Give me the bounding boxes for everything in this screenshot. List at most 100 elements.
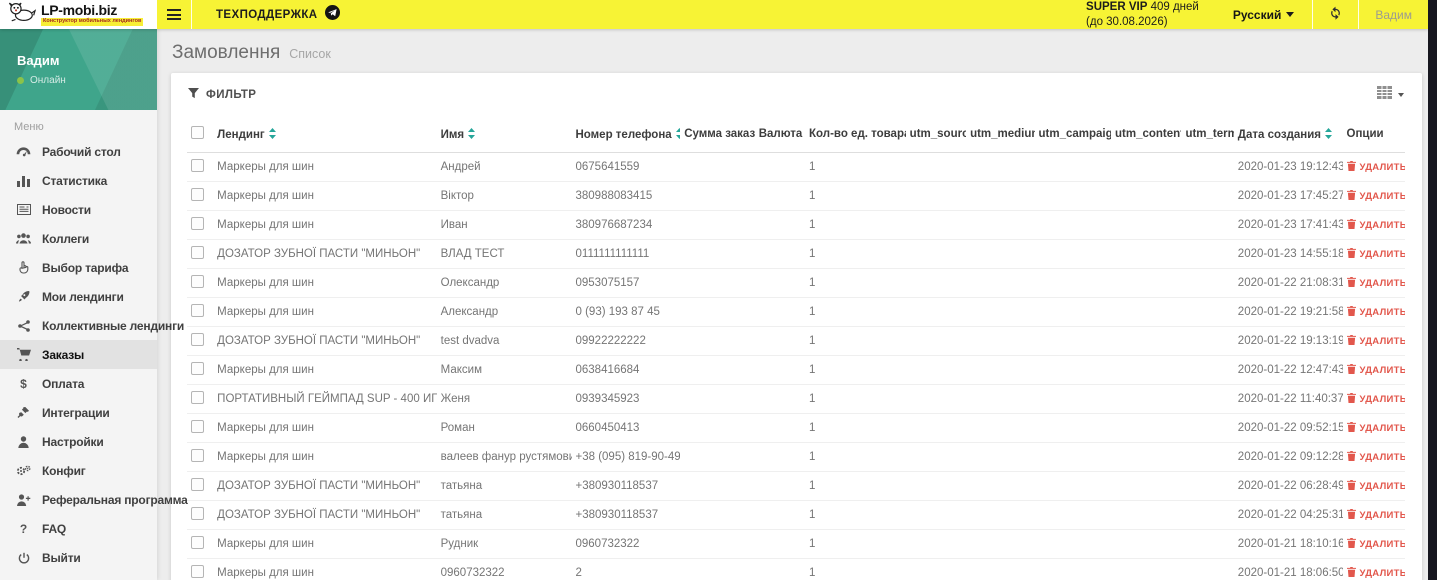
- delete-button[interactable]: УДАЛИТЬ: [1346, 363, 1405, 377]
- row-checkbox[interactable]: [191, 275, 204, 288]
- delete-button[interactable]: УДАЛИТЬ: [1346, 421, 1406, 435]
- cell-qty: 1: [805, 529, 906, 559]
- sidebar-item-colleagues[interactable]: Коллеги: [0, 224, 157, 253]
- cell-utm_term: [1181, 355, 1234, 385]
- row-checkbox[interactable]: [191, 217, 204, 230]
- delete-button[interactable]: УДАЛИТЬ: [1346, 450, 1405, 464]
- row-checkbox[interactable]: [191, 536, 204, 549]
- cell-name: татьяна: [436, 471, 572, 501]
- cell-utm_content: [1111, 442, 1182, 472]
- cell-utm_campaign: [1034, 268, 1111, 298]
- table-row: ДОЗАТОР ЗУБНОЇ ПАСТИ "МИНЬОН" ВЛАД ТЕСТ 01…: [187, 239, 1405, 269]
- sidebar-item-dashboard[interactable]: Рабочий стол: [0, 137, 157, 166]
- cell-order_sum: [680, 268, 755, 298]
- row-checkbox[interactable]: [191, 478, 204, 491]
- cell-landing: Маркеры для шин: [213, 558, 437, 580]
- cell-currency: [754, 239, 806, 269]
- sidebar-item-tariff[interactable]: Выбор тарифа: [0, 253, 157, 282]
- column-header-qty: Кол-во ед. товара: [805, 117, 906, 153]
- column-header-landing[interactable]: Лендинг: [213, 117, 437, 153]
- row-checkbox[interactable]: [191, 565, 204, 578]
- cell-utm_medium: [966, 152, 1035, 182]
- sidebar-item-integrations[interactable]: Интеграции: [0, 398, 157, 427]
- delete-button[interactable]: УДАЛИТЬ: [1346, 566, 1405, 580]
- sidebar-item-my-landings[interactable]: Мои лендинги: [0, 282, 157, 311]
- cell-name: Андрей: [436, 152, 572, 182]
- support-button[interactable]: ТЕХПОДДЕРЖКА: [192, 0, 358, 29]
- delete-button[interactable]: УДАЛИТЬ: [1346, 508, 1405, 522]
- logo[interactable]: LP-mobi.biz Конструктор мобильных лендин…: [0, 0, 157, 29]
- delete-button[interactable]: УДАЛИТЬ: [1346, 479, 1405, 493]
- refresh-button[interactable]: [1313, 0, 1358, 29]
- cell-utm_campaign: [1034, 558, 1111, 580]
- column-label: Лендинг: [217, 128, 265, 141]
- row-checkbox[interactable]: [191, 333, 204, 346]
- cell-created: 2020-01-22 19:13:19: [1233, 326, 1343, 356]
- topbar-user-menu[interactable]: Вадим: [1359, 0, 1428, 29]
- cell-utm_term: [1181, 529, 1234, 559]
- scrollbar[interactable]: [1428, 0, 1437, 580]
- row-checkbox[interactable]: [191, 362, 204, 375]
- sidebar-item-settings[interactable]: Настройки: [0, 427, 157, 456]
- sidebar-item-shared-landings[interactable]: Коллективные лендинги: [0, 311, 184, 340]
- cell-utm_campaign: [1034, 239, 1111, 269]
- page-title: Замовлення: [172, 42, 281, 63]
- cell-utm_term: [1181, 297, 1234, 327]
- cart-icon: [15, 348, 32, 361]
- sidebar-item-referral[interactable]: Реферальная программа: [0, 485, 188, 514]
- trash-icon: [1346, 305, 1356, 319]
- delete-button[interactable]: УДАЛИТЬ: [1346, 189, 1405, 203]
- column-header-name[interactable]: Имя: [436, 117, 572, 153]
- row-checkbox[interactable]: [191, 246, 204, 259]
- hamburger-menu-icon[interactable]: [157, 0, 191, 29]
- cell-name: 0960732322: [436, 558, 572, 580]
- cell-utm_medium: [966, 326, 1035, 356]
- column-label: Опции: [1346, 128, 1384, 140]
- sidebar-item-label: Конфиг: [42, 463, 86, 478]
- column-visibility-button[interactable]: [1377, 86, 1404, 104]
- row-checkbox[interactable]: [191, 507, 204, 520]
- delete-button[interactable]: УДАЛИТЬ: [1346, 247, 1405, 261]
- column-label: utm_term: [1185, 128, 1234, 140]
- cell-landing: Маркеры для шин: [213, 210, 437, 240]
- sidebar-item-logout[interactable]: Выйти: [0, 543, 157, 572]
- delete-button[interactable]: УДАЛИТЬ: [1346, 537, 1405, 551]
- cell-utm_source: [905, 239, 967, 269]
- cell-utm_medium: [966, 297, 1035, 327]
- sidebar-item-statistics[interactable]: Статистика: [0, 166, 157, 195]
- filter-button[interactable]: ФИЛЬТР: [188, 88, 256, 102]
- delete-button[interactable]: УДАЛИТЬ: [1346, 276, 1405, 290]
- cell-qty: 1: [805, 558, 906, 580]
- delete-button[interactable]: УДАЛИТЬ: [1346, 160, 1405, 174]
- delete-button[interactable]: УДАЛИТЬ: [1346, 218, 1405, 232]
- row-checkbox[interactable]: [191, 391, 204, 404]
- column-header-created[interactable]: Дата создания: [1233, 117, 1343, 153]
- cell-order_sum: [680, 529, 755, 559]
- plan-name: SUPER VIP: [1086, 1, 1148, 14]
- sidebar-item-faq[interactable]: ? FAQ: [0, 514, 157, 543]
- dollar-icon: $: [20, 376, 27, 391]
- cell-order_sum: [680, 210, 755, 240]
- sidebar-item-payment[interactable]: $ Оплата: [0, 369, 157, 398]
- cell-utm_content: [1111, 181, 1182, 211]
- column-header-phone[interactable]: Номер телефона: [571, 117, 681, 153]
- row-checkbox[interactable]: [191, 159, 204, 172]
- delete-button[interactable]: УДАЛИТЬ: [1346, 334, 1405, 348]
- sidebar-item-orders[interactable]: Заказы: [0, 340, 157, 369]
- select-all-checkbox[interactable]: [191, 126, 204, 139]
- sidebar-menu: Рабочий стол Статистика Новости Коллеги Выбо…: [0, 137, 188, 572]
- row-checkbox[interactable]: [191, 188, 204, 201]
- delete-button[interactable]: УДАЛИТЬ: [1346, 305, 1405, 319]
- gears-icon: [15, 465, 32, 477]
- sidebar-item-config[interactable]: Конфиг: [0, 456, 157, 485]
- cell-currency: [754, 297, 806, 327]
- row-checkbox[interactable]: [191, 449, 204, 462]
- sidebar-item-news[interactable]: Новости: [0, 195, 157, 224]
- language-selector[interactable]: Русский: [1215, 0, 1313, 29]
- row-checkbox[interactable]: [191, 304, 204, 317]
- cell-landing: Маркеры для шин: [213, 355, 437, 385]
- delete-label: УДАЛИТЬ: [1359, 422, 1406, 434]
- row-checkbox[interactable]: [191, 420, 204, 433]
- cell-utm_campaign: [1034, 297, 1111, 327]
- delete-button[interactable]: УДАЛИТЬ: [1346, 392, 1405, 406]
